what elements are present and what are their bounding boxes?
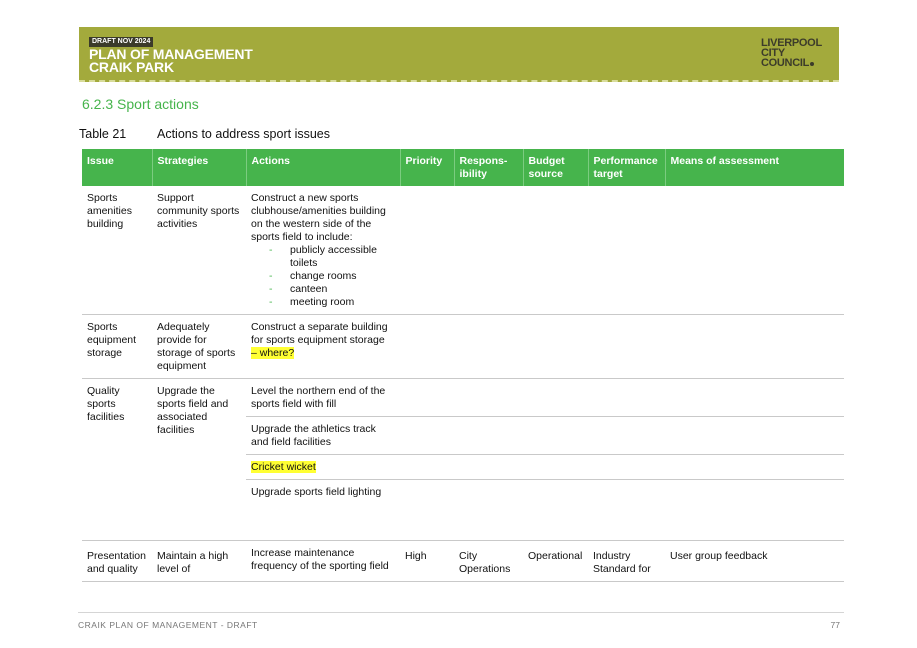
col-issue: Issue xyxy=(82,149,153,186)
list-item: meeting room xyxy=(269,296,395,309)
header-banner: DRAFT NOV 2024 PLAN OF MANAGEMENT CRAIK … xyxy=(79,27,839,82)
title-line-2: CRAIK PARK xyxy=(89,59,174,75)
means-cell: User group feedback xyxy=(665,540,844,582)
table-title: Actions to address sport issues xyxy=(157,127,330,141)
col-means-of-assessment: Means of assessment xyxy=(665,149,844,186)
action-cell: Cricket wicket xyxy=(246,454,400,480)
responsibility-cell: City Operations xyxy=(454,540,523,582)
logo-line-3: COUNCIL xyxy=(761,57,810,69)
col-budget-source: Budget source xyxy=(523,149,589,186)
list-item: change rooms xyxy=(269,270,395,283)
strategy-cell: Maintain a high level of xyxy=(152,540,246,582)
performance-cell: Industry Standard for xyxy=(588,540,665,582)
action-cell: Increase maintenance frequency of the sp… xyxy=(246,540,400,582)
list-item: publicly accessible toilets xyxy=(269,244,395,270)
issue-cell: Sports amenities building xyxy=(82,186,152,315)
council-logo: LIVERPOOL CITY COUNCIL xyxy=(761,38,829,69)
issue-cell: Presentation and quality xyxy=(82,540,152,582)
col-priority: Priority xyxy=(400,149,455,186)
issue-cell: Sports equipment storage xyxy=(82,314,152,379)
sport-actions-table: Issue Strategies Actions Priority Respon… xyxy=(82,149,844,582)
table-row: Quality sports facilities Upgrade the sp… xyxy=(82,378,844,541)
action-cell: Upgrade the athletics track and field fa… xyxy=(246,416,400,455)
action-cell: Construct a separate building for sports… xyxy=(246,314,400,379)
action-cell: Construct a new sports clubhouse/ameniti… xyxy=(246,186,400,315)
strategy-cell: Upgrade the sports field and associated … xyxy=(152,378,246,541)
footer-divider xyxy=(78,612,844,613)
strategy-cell: Support community sports activities xyxy=(152,186,246,315)
table-number: Table 21 xyxy=(79,127,127,141)
col-strategies: Strategies xyxy=(152,149,247,186)
footer-text: CRAIK PLAN OF MANAGEMENT - DRAFT xyxy=(78,620,258,630)
action-bullet-list: publicly accessible toilets change rooms… xyxy=(251,244,395,309)
budget-cell: Operational xyxy=(523,540,588,582)
col-performance-target: Performance target xyxy=(588,149,666,186)
action-text: Construct a new sports clubhouse/ameniti… xyxy=(251,192,386,243)
highlighted-action: Cricket wicket xyxy=(251,461,316,473)
section-heading: 6.2.3 Sport actions xyxy=(82,96,199,112)
list-item: canteen xyxy=(269,283,395,296)
action-text: Construct a separate building for sports… xyxy=(251,321,388,346)
issue-cell: Quality sports facilities xyxy=(82,378,152,541)
priority-cell: High xyxy=(400,540,454,582)
logo-dot-icon xyxy=(810,62,815,66)
action-cell: Upgrade sports field lighting xyxy=(246,479,400,541)
col-actions: Actions xyxy=(246,149,401,186)
strategy-cell: Adequately provide for storage of sports… xyxy=(152,314,246,379)
page-number: 77 xyxy=(830,620,840,630)
table-row: Presentation and quality Maintain a high… xyxy=(82,540,844,582)
table-row: Sports equipment storage Adequately prov… xyxy=(82,314,844,379)
col-responsibility: Respons-ibility xyxy=(454,149,524,186)
table-row: Sports amenities building Support commun… xyxy=(82,186,844,315)
table-header-row: Issue Strategies Actions Priority Respon… xyxy=(82,149,844,186)
table-caption: Table 21 Actions to address sport issues xyxy=(79,127,330,141)
action-cell: Level the northern end of the sports fie… xyxy=(246,378,400,417)
highlighted-note: – where? xyxy=(251,347,295,359)
document-title: PLAN OF MANAGEMENT CRAIK PARK xyxy=(89,47,253,75)
